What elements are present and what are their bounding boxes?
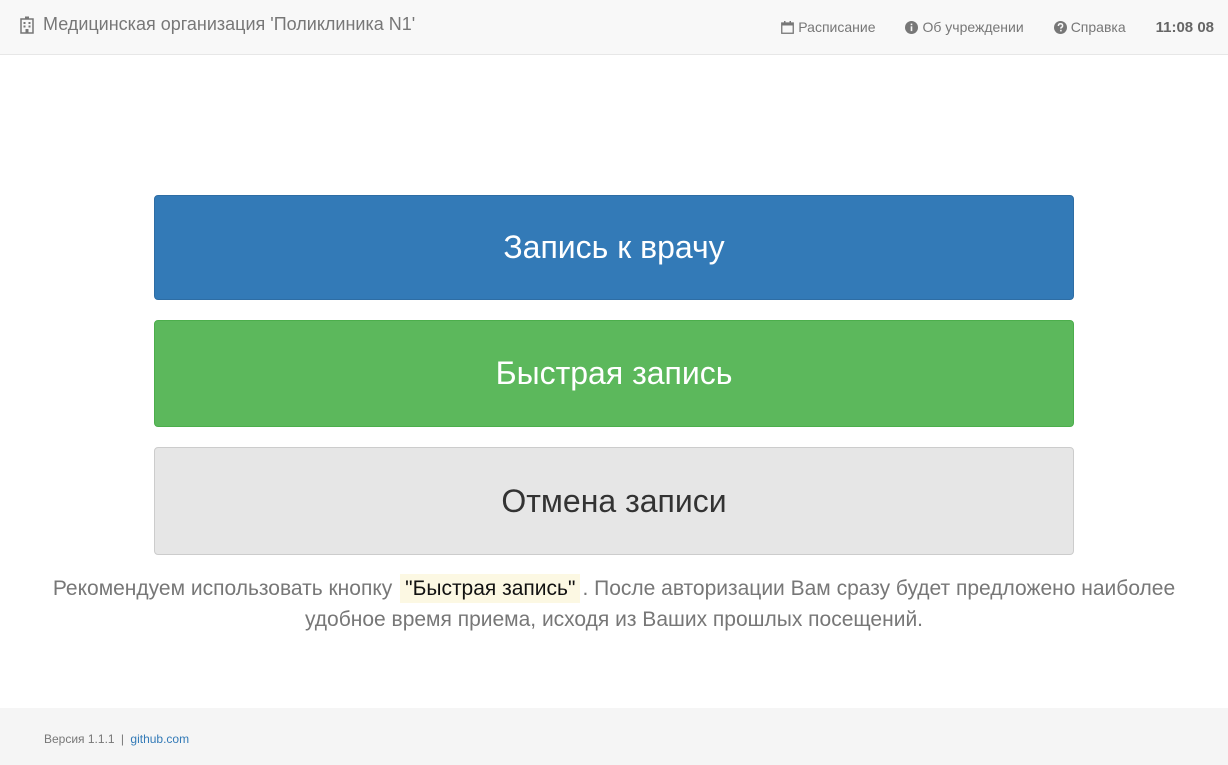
doctor-appointment-button[interactable]: Запись к врачу [154,195,1074,300]
navbar-right: Расписание Об учреждении Справка 11:08 0… [781,0,1214,54]
quick-appointment-button[interactable]: Быстрая запись [154,320,1074,427]
nav-about-label: Об учреждении [922,19,1024,35]
hospital-icon [20,16,34,34]
calendar-icon [781,20,795,34]
footer-text: Версия 1.1.1 | github.com [44,732,189,746]
recommendation-text: Рекомендуем использовать кнопку "Быстрая… [40,573,1188,635]
info-circle-icon [905,20,919,34]
nav-help-label: Справка [1070,19,1126,35]
nav-about-link[interactable]: Об учреждении [905,19,1024,35]
nav-help-link[interactable]: Справка [1053,19,1126,35]
clock: 11:08 08 [1155,18,1214,36]
footer: Версия 1.1.1 | github.com [0,708,1228,765]
nav-schedule-link[interactable]: Расписание [781,19,875,35]
nav-schedule-label: Расписание [798,19,876,35]
footer-separator: | [120,732,125,746]
hint-highlight: "Быстрая запись" [400,574,581,603]
brand-link[interactable]: Медицинская организация 'Поликлиника N1' [20,14,415,35]
hint-before: Рекомендуем использовать кнопку [52,577,393,600]
top-navbar: Медицинская организация 'Поликлиника N1'… [0,0,1228,55]
brand-label: Медицинская организация 'Поликлиника N1' [43,14,416,34]
cancel-appointment-button[interactable]: Отмена записи [154,447,1074,555]
github-link[interactable]: github.com [130,732,189,746]
version-label: Версия 1.1.1 [44,732,115,746]
question-circle-icon [1053,20,1067,34]
